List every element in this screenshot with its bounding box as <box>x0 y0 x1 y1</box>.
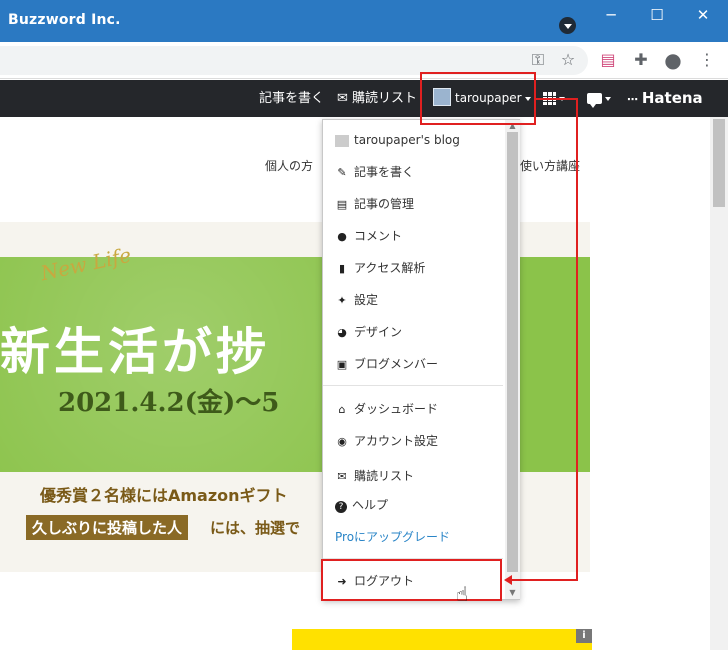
home-icon: ⌂ <box>338 403 346 416</box>
page-scroll-thumb[interactable] <box>713 119 725 207</box>
hand-cursor-icon: ☝ <box>456 582 469 606</box>
annotation-line-vertical <box>576 98 578 581</box>
nav-guide[interactable]: 使い方講座 <box>520 157 580 174</box>
menu-item-help[interactable]: ? ヘルプ <box>335 494 388 516</box>
menu-item-manage[interactable]: ▤ 記事の管理 <box>335 193 414 215</box>
menu-item-account[interactable]: ◉ アカウント設定 <box>335 430 438 452</box>
banner-lottery-text: には、抽選で <box>210 519 301 537</box>
menu-item-label: デザイン <box>354 325 403 339</box>
annotation-line-top <box>536 98 578 100</box>
banner-prize-text: 優秀賞２名様にはAmazonギフト <box>40 486 288 505</box>
menu-item-label: 購読リスト <box>354 469 415 483</box>
close-button[interactable]: ✕ <box>680 0 726 32</box>
comment-icon: ● <box>337 230 347 243</box>
account-icon[interactable]: ● <box>661 48 685 72</box>
banner-date: 2021.4.2(金)〜5 <box>58 388 280 418</box>
hatena-mark-icon: ⋯ <box>627 93 642 106</box>
menu-item-label: ブログメンバー <box>354 357 439 371</box>
menu-item-dashboard[interactable]: ⌂ ダッシュボード <box>335 398 439 420</box>
browser-toolbar: ⚿ ☆ ▤ ✚ ● ⋮ <box>0 42 728 79</box>
envelope-icon: ✉ <box>337 470 347 483</box>
user-circle-icon: ◉ <box>337 435 347 448</box>
banner-lottery-label: 久しぶりに投稿した人 <box>26 515 189 540</box>
caret-down-icon <box>605 96 611 101</box>
annotation-box-user <box>420 72 536 125</box>
notifications-button[interactable] <box>587 80 611 117</box>
write-article-link[interactable]: 記事を書く <box>259 80 324 117</box>
envelope-icon: ✉ <box>337 91 348 106</box>
subscriptions-label: 購読リスト <box>352 91 418 106</box>
bar-chart-icon: ▮ <box>338 262 346 275</box>
menu-item-label: 記事の管理 <box>354 197 415 211</box>
puzzle-icon[interactable]: ✚ <box>629 48 653 72</box>
user-dropdown-menu: taroupaper's blog ✎ 記事を書く ▤ 記事の管理 ● コメント ▮ ア… <box>322 119 520 600</box>
menu-item-label: ヘルプ <box>352 498 389 512</box>
document-icon: ▤ <box>336 198 348 211</box>
ad-banner[interactable]: i <box>292 629 592 650</box>
annotation-arrow-icon <box>504 575 512 585</box>
subscriptions-link[interactable]: ✉ 購読リスト <box>337 80 417 117</box>
page-scrollbar[interactable] <box>710 117 728 650</box>
ad-info-icon[interactable]: i <box>576 629 592 643</box>
menu-item-comments[interactable]: ● コメント <box>335 225 402 247</box>
annotation-box-logout <box>321 559 502 601</box>
palette-icon: ◕ <box>337 326 347 339</box>
menu-item-label: アクセス解析 <box>354 261 426 275</box>
key-icon[interactable]: ⚿ <box>526 48 550 72</box>
menu-scrollbar[interactable]: ▲ ▼ <box>505 120 520 599</box>
nav-individual[interactable]: 個人の方 <box>265 157 313 174</box>
address-bar[interactable]: ⚿ ☆ <box>0 46 588 75</box>
question-icon: ? <box>335 501 347 513</box>
logo-text: Hatena <box>641 89 703 107</box>
profile-menu-icon[interactable] <box>559 17 576 34</box>
bookmark-star-icon[interactable]: ☆ <box>556 48 580 72</box>
menu-item-blog[interactable]: taroupaper's blog <box>335 129 460 151</box>
extension-icon[interactable]: ▤ <box>596 48 620 72</box>
minimize-button[interactable]: ─ <box>588 0 634 32</box>
menu-item-settings[interactable]: ✦ 設定 <box>335 289 378 311</box>
menu-item-analytics[interactable]: ▮ アクセス解析 <box>335 257 425 279</box>
menu-item-design[interactable]: ◕ デザイン <box>335 321 402 343</box>
blog-icon <box>335 134 349 147</box>
pro-upgrade-link[interactable]: Proにアップグレード <box>335 526 450 548</box>
menu-item-label: アカウント設定 <box>354 434 439 448</box>
menu-item-subscriptions[interactable]: ✉ 購読リスト <box>335 465 414 487</box>
menu-item-label: ダッシュボード <box>354 402 439 416</box>
window-title: Buzzword Inc. <box>8 12 121 28</box>
scroll-down-icon[interactable]: ▼ <box>505 587 520 599</box>
menu-item-label: 設定 <box>354 293 379 307</box>
hatena-header: 記事を書く ✉ 購読リスト taroupaper ⋯ Hatena <box>0 80 728 117</box>
menu-item-members[interactable]: ▣ ブログメンバー <box>335 353 438 375</box>
window-titlebar: Buzzword Inc. ─ ☐ ✕ <box>0 0 728 42</box>
members-icon: ▣ <box>336 358 348 371</box>
annotation-line-bottom <box>512 579 578 581</box>
menu-item-write[interactable]: ✎ 記事を書く <box>335 161 414 183</box>
menu-item-label: コメント <box>354 229 403 243</box>
wrench-icon: ✦ <box>337 294 347 307</box>
maximize-button[interactable]: ☐ <box>634 0 680 32</box>
menu-item-label: 記事を書く <box>354 165 415 179</box>
chat-icon <box>587 93 602 108</box>
menu-divider <box>323 385 503 386</box>
banner-title: 新生活が捗 <box>0 323 270 381</box>
menu-scroll-thumb[interactable] <box>507 132 518 572</box>
more-menu-icon[interactable]: ⋮ <box>695 48 719 72</box>
menu-blog-name: taroupaper's blog <box>354 133 460 147</box>
pencil-icon: ✎ <box>337 166 347 179</box>
hatena-logo[interactable]: ⋯ Hatena <box>627 80 703 117</box>
